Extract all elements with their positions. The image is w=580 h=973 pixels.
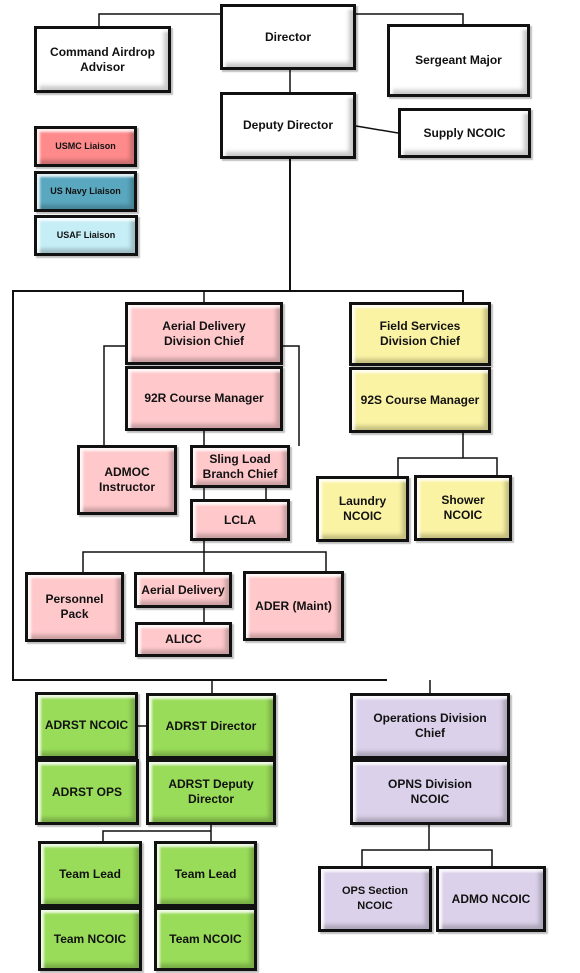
node-aerial-delivery: Aerial Delivery	[134, 572, 232, 608]
node-label: ALICC	[165, 632, 202, 646]
legend-usmc-liaison: USMC Liaison	[34, 126, 137, 167]
node-label: Shower NCOIC	[441, 493, 485, 522]
node-label: 92S Course Manager	[360, 392, 480, 407]
node-label: OPS Section NCOIC	[341, 885, 409, 912]
node-label: Team NCOIC	[53, 931, 127, 946]
legend-label: US Navy Liaison	[50, 186, 121, 196]
legend-navy-liaison: US Navy Liaison	[34, 171, 137, 212]
node-92s-course-manager: 92S Course Manager	[349, 367, 491, 433]
node-opns-division-ncoic: OPNS Division NCOIC	[350, 759, 510, 825]
node-sergeant-major: Sergeant Major	[387, 24, 530, 97]
node-label: Director	[264, 29, 311, 44]
node-label: ADMOC Instructor	[98, 465, 155, 494]
node-shower-ncoic: Shower NCOIC	[414, 475, 512, 541]
node-label: Supply NCOIC	[423, 125, 506, 140]
node-label: ADRST Deputy Director	[168, 777, 254, 806]
node-lcla: LCLA	[190, 499, 290, 541]
node-label: Personnel Pack	[45, 592, 104, 621]
connector	[282, 345, 300, 446]
node-label: Team Lead	[174, 866, 237, 881]
node-label: ADRST NCOIC	[44, 718, 129, 732]
node-field-services-division-chief: Field Services Division Chief	[349, 302, 491, 366]
node-label: Sergeant Major	[415, 53, 502, 67]
node-label: Aerial Delivery Division Chief	[162, 318, 246, 348]
node-label: ADMO NCOIC	[451, 891, 531, 906]
node-admoc-instructor: ADMOC Instructor	[77, 445, 177, 515]
node-team-ncoic-2: Team NCOIC	[154, 907, 257, 971]
node-label: Deputy Director	[242, 118, 334, 132]
node-personnel-pack: Personnel Pack	[25, 572, 124, 642]
node-label: Sling Load Branch Chief	[202, 451, 278, 481]
node-supply-ncoic: Supply NCOIC	[398, 108, 531, 158]
node-label: ADRST OPS	[51, 784, 122, 799]
legend-label: USAF Liaison	[56, 230, 116, 240]
node-command-airdrop-advisor: Command Airdrop Advisor	[34, 26, 171, 93]
node-admo-ncoic: ADMO NCOIC	[436, 866, 546, 932]
node-label: LCLA	[224, 512, 256, 527]
node-operations-division-chief: Operations Division Chief	[350, 693, 510, 759]
node-team-lead-1: Team Lead	[38, 841, 142, 907]
connector	[355, 125, 399, 134]
node-label: Aerial Delivery	[141, 582, 225, 597]
node-ader-maint: ADER (Maint)	[243, 571, 344, 641]
node-team-lead-2: Team Lead	[154, 841, 257, 907]
node-sling-load-branch-chief: Sling Load Branch Chief	[190, 445, 290, 488]
node-label: Team Lead	[59, 866, 121, 881]
node-label: Operations Division Chief	[373, 711, 487, 740]
node-label: Command Airdrop Advisor	[50, 44, 155, 74]
connector	[361, 849, 493, 866]
node-label: 92R Course Manager	[144, 391, 264, 405]
node-label: Laundry NCOIC	[338, 494, 387, 523]
connector	[103, 345, 126, 446]
node-ops-section-ncoic: OPS Section NCOIC	[318, 866, 432, 932]
node-label: Field Services Division Chief	[379, 319, 461, 348]
legend-label: USMC Liaison	[55, 141, 116, 151]
node-director: Director	[220, 4, 356, 70]
legend-usaf-liaison: USAF Liaison	[34, 215, 138, 256]
connector	[98, 13, 220, 26]
node-laundry-ncoic: Laundry NCOIC	[316, 476, 409, 542]
node-label: Team NCOIC	[169, 931, 242, 946]
node-adrst-ncoic: ADRST NCOIC	[35, 692, 138, 759]
node-label: OPNS Division NCOIC	[387, 777, 473, 806]
node-92r-course-manager: 92R Course Manager	[125, 366, 283, 431]
node-label: ADRST Director	[165, 718, 257, 733]
node-team-ncoic-1: Team NCOIC	[38, 907, 142, 971]
node-adrst-deputy-director: ADRST Deputy Director	[146, 759, 276, 825]
node-aerial-delivery-division-chief: Aerial Delivery Division Chief	[125, 302, 283, 365]
node-alicc: ALICC	[135, 622, 232, 657]
node-adrst-director: ADRST Director	[146, 693, 276, 759]
connector	[397, 457, 498, 476]
node-adrst-ops: ADRST OPS	[35, 759, 139, 825]
node-deputy-director: Deputy Director	[220, 92, 356, 159]
node-label: ADER (Maint)	[255, 598, 332, 613]
